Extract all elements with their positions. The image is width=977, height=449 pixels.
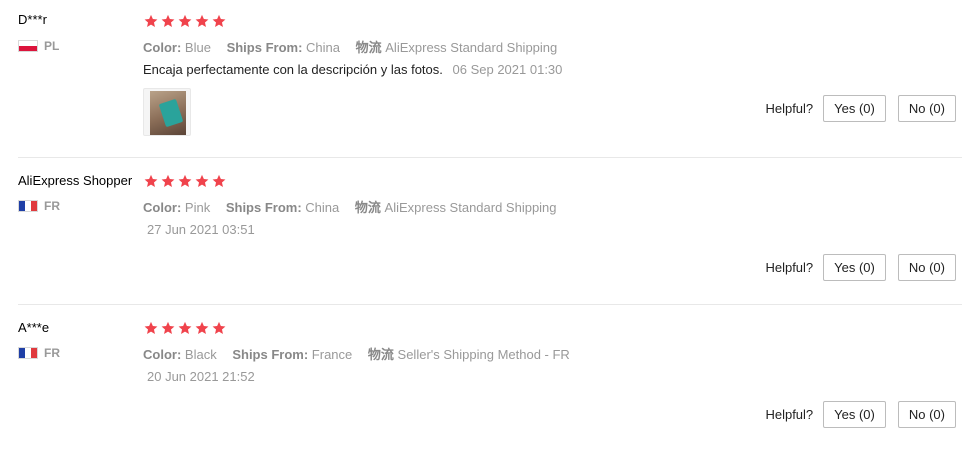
review-content: Encaja perfectamente con la descripción … (143, 62, 562, 77)
reviewer-country: PL (18, 39, 59, 53)
helpful-yes-button[interactable]: Yes (0) (823, 401, 886, 428)
helpful-no-button[interactable]: No (0) (897, 254, 956, 281)
helpful-vote: Helpful? Yes (0) No (0) (765, 401, 956, 428)
star-icon (144, 321, 158, 334)
star-rating (144, 14, 226, 28)
review-item: A***e FR Color: Black Ships From: France… (0, 305, 977, 449)
review-text: Encaja perfectamente con la descripción … (143, 62, 443, 77)
star-icon (178, 14, 192, 27)
review-sku-info: Color: Black Ships From: France 物流 Selle… (143, 344, 582, 363)
ships-from-label: Ships From: (226, 40, 303, 55)
helpful-label: Helpful? (765, 101, 814, 116)
flag-fr-icon (18, 347, 38, 359)
helpful-vote: Helpful? Yes (0) No (0) (765, 95, 956, 122)
review-photo-thumbnail[interactable] (143, 88, 191, 136)
country-code: PL (44, 39, 60, 53)
helpful-vote: Helpful? Yes (0) No (0) (765, 254, 956, 281)
logistics-label: 物流 (355, 40, 382, 55)
color-value: Pink (184, 200, 211, 215)
star-icon (195, 174, 209, 187)
star-icon (195, 14, 209, 27)
ships-from-value: China (305, 200, 340, 215)
country-code: FR (44, 199, 60, 213)
helpful-no-button[interactable]: No (0) (897, 401, 956, 428)
flag-fr-icon (18, 200, 38, 212)
country-code: FR (44, 346, 60, 360)
review-date: 20 Jun 2021 21:52 (147, 369, 255, 384)
logistics-label: 物流 (367, 347, 394, 362)
star-icon (144, 174, 158, 187)
star-icon (161, 14, 175, 27)
color-value: Black (184, 347, 217, 362)
star-icon (178, 321, 192, 334)
logistics-value: AliExpress Standard Shipping (385, 40, 558, 55)
helpful-yes-button[interactable]: Yes (0) (823, 95, 886, 122)
ships-from-value: France (311, 347, 353, 362)
review-date: 27 Jun 2021 03:51 (147, 222, 255, 237)
flag-pl-icon (18, 40, 38, 52)
star-icon (161, 174, 175, 187)
review-sku-info: Color: Pink Ships From: China 物流 AliExpr… (143, 197, 569, 216)
reviewer-country: FR (18, 199, 60, 213)
reviewer-country: FR (18, 346, 60, 360)
ships-from-label: Ships From: (232, 347, 309, 362)
star-rating (144, 321, 226, 335)
logistics-value: AliExpress Standard Shipping (384, 200, 557, 215)
logistics-value: Seller's Shipping Method - FR (397, 347, 570, 362)
review-item: AliExpress Shopper FR Color: Pink Ships … (0, 158, 977, 304)
ships-from-value: China (306, 40, 340, 55)
star-rating (144, 174, 226, 188)
star-icon (178, 174, 192, 187)
color-label: Color: (143, 40, 182, 55)
helpful-label: Helpful? (765, 260, 814, 275)
review-sku-info: Color: Blue Ships From: China 物流 AliExpr… (143, 37, 569, 56)
star-icon (161, 321, 175, 334)
helpful-no-button[interactable]: No (0) (897, 95, 956, 122)
ships-from-label: Ships From: (225, 200, 302, 215)
star-icon (195, 321, 209, 334)
review-item: D***r PL Color: Blue Ships From: China 物… (0, 0, 977, 158)
helpful-yes-button[interactable]: Yes (0) (823, 254, 886, 281)
reviewer-name: AliExpress Shopper (18, 173, 133, 188)
color-value: Blue (184, 40, 211, 55)
helpful-label: Helpful? (765, 407, 814, 422)
color-label: Color: (143, 200, 182, 215)
logistics-label: 物流 (354, 200, 381, 215)
reviewer-name: D***r (18, 12, 47, 27)
reviewer-name: A***e (18, 320, 50, 335)
star-icon (212, 174, 226, 187)
color-label: Color: (143, 347, 182, 362)
star-icon (144, 14, 158, 27)
review-date: 06 Sep 2021 01:30 (452, 62, 563, 77)
star-icon (212, 14, 226, 27)
star-icon (212, 321, 226, 334)
